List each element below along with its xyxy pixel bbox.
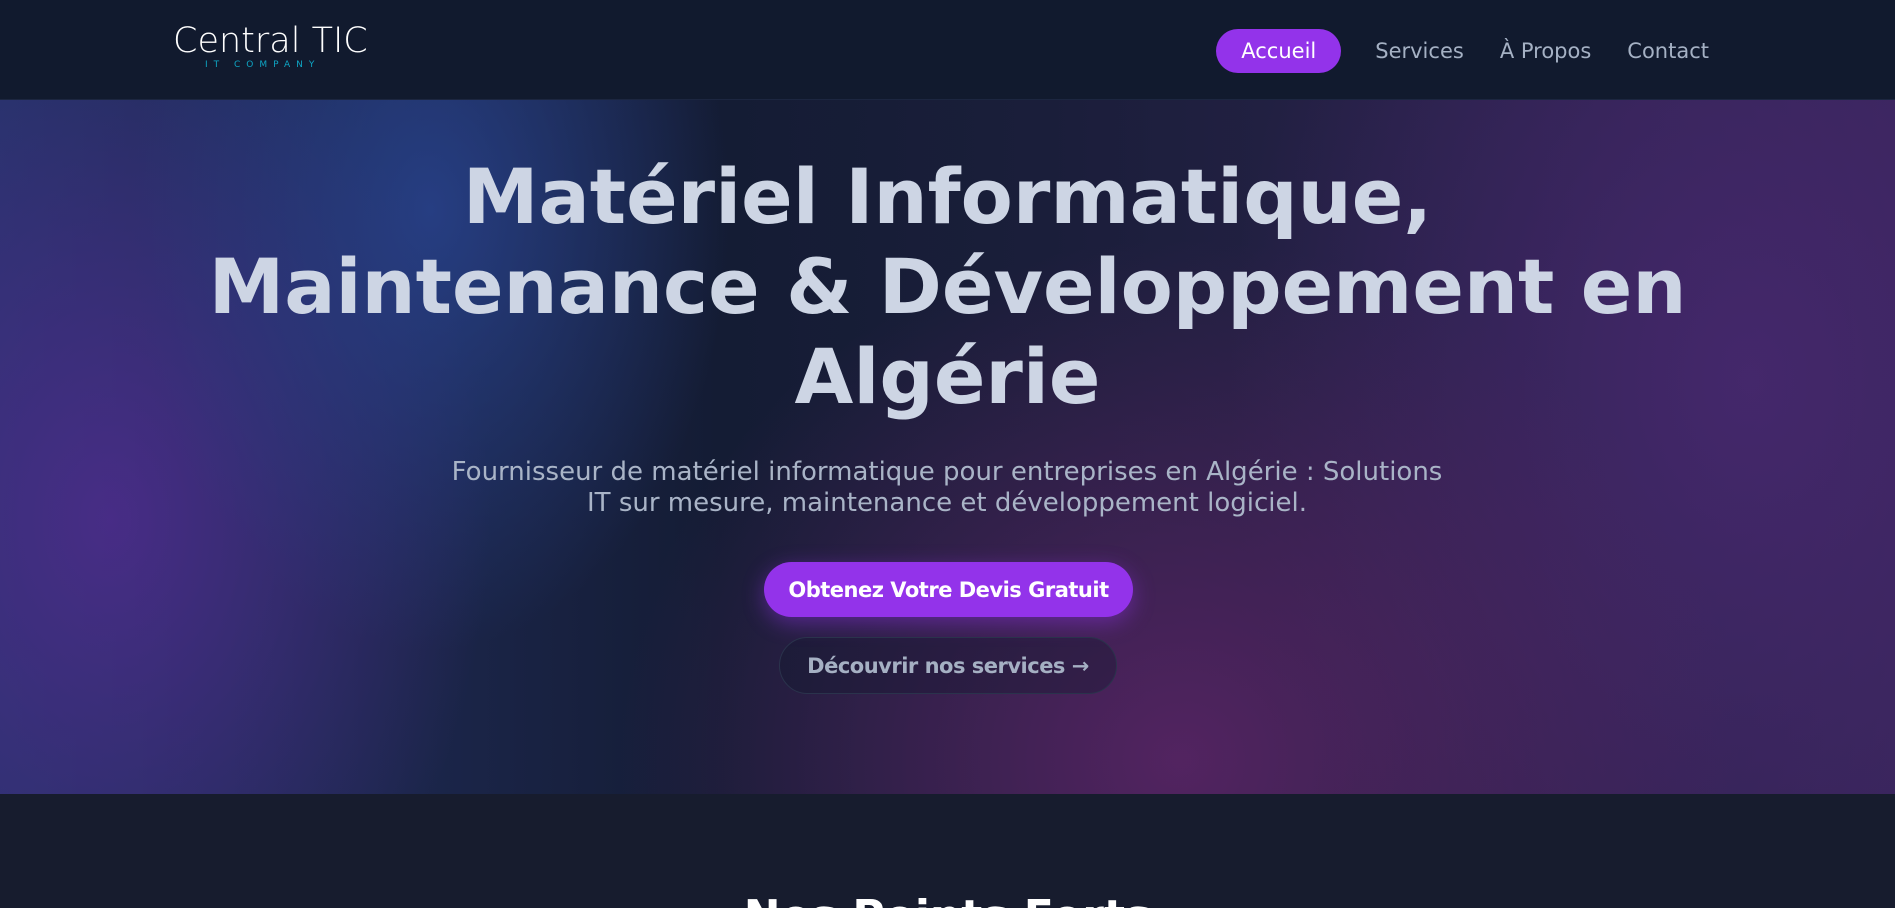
logo-name: Central TIC (173, 21, 368, 61)
nav-link-services[interactable]: Services (1375, 30, 1464, 72)
nav-link-a-propos[interactable]: À Propos (1500, 30, 1591, 72)
logo-tagline: IT COMPANY (205, 60, 321, 70)
hero-subtitle: Fournisseur de matériel informatique pou… (451, 457, 1443, 518)
hero-title-line: Maintenance & Développement en (208, 242, 1687, 331)
hero-title: Matériel Informatique, Maintenance & Dév… (0, 152, 1895, 422)
nav-link-accueil[interactable]: Accueil (1216, 28, 1342, 73)
strengths-section: Nos Points Forts (0, 794, 1895, 908)
hero-title-line: Matériel Informatique, (462, 152, 1433, 241)
nav-link-contact[interactable]: Contact (1627, 30, 1709, 72)
site-logo[interactable]: Central TIC IT COMPANY (173, 21, 368, 72)
main-nav: Accueil Services À Propos Contact (1216, 28, 1709, 73)
discover-services-button[interactable]: Découvrir nos services → (779, 637, 1117, 694)
hero-title-line: Algérie (794, 332, 1101, 421)
top-navbar: Central TIC IT COMPANY Accueil Services … (0, 0, 1895, 100)
hero-section: Matériel Informatique, Maintenance & Dév… (0, 100, 1895, 794)
get-free-quote-button[interactable]: Obtenez Votre Devis Gratuit (764, 562, 1133, 617)
section-title: Nos Points Forts (0, 892, 1895, 908)
